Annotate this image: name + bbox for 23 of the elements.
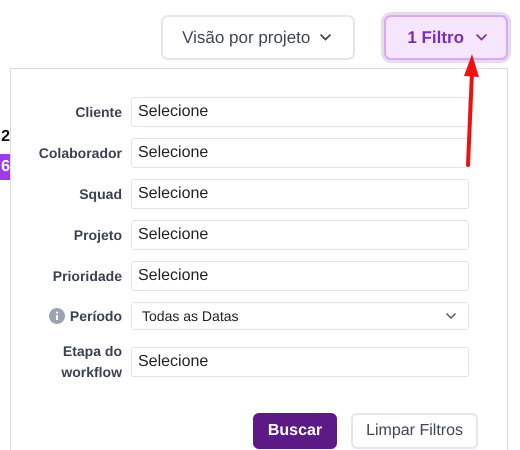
input-field[interactable]: Selecione	[131, 179, 469, 209]
table-cell-text: 2	[0, 127, 10, 147]
field-label: Squad	[78, 184, 122, 204]
filter-dropdown-button[interactable]: 1 Filtro	[384, 15, 508, 60]
field-label: Etapa do workflow	[60, 342, 122, 382]
chevron-down-icon	[446, 313, 456, 319]
input-field[interactable]: Selecione	[131, 138, 469, 168]
input-field[interactable]: Selecione	[131, 347, 469, 377]
input-field[interactable]: Selecione	[131, 220, 469, 250]
field-label: Projeto	[72, 226, 122, 245]
field-label: Colaborador	[38, 144, 122, 162]
clear-filters-button[interactable]: Limpar Filtros	[351, 413, 478, 449]
view-dropdown-button[interactable]: Visão por projeto	[161, 15, 356, 60]
field-label: Período	[70, 306, 122, 326]
chevron-down-icon	[476, 34, 487, 41]
table-cell: 6	[0, 154, 10, 180]
field-label: Prioridade	[52, 266, 122, 286]
search-button[interactable]: Buscar	[252, 413, 338, 449]
input-field[interactable]: Selecione	[131, 261, 469, 291]
input-field[interactable]: Selecione	[131, 97, 469, 127]
period-select[interactable]: Todas as Datas	[131, 302, 469, 330]
chevron-down-icon	[320, 34, 332, 41]
field-label: Cliente	[74, 102, 122, 122]
